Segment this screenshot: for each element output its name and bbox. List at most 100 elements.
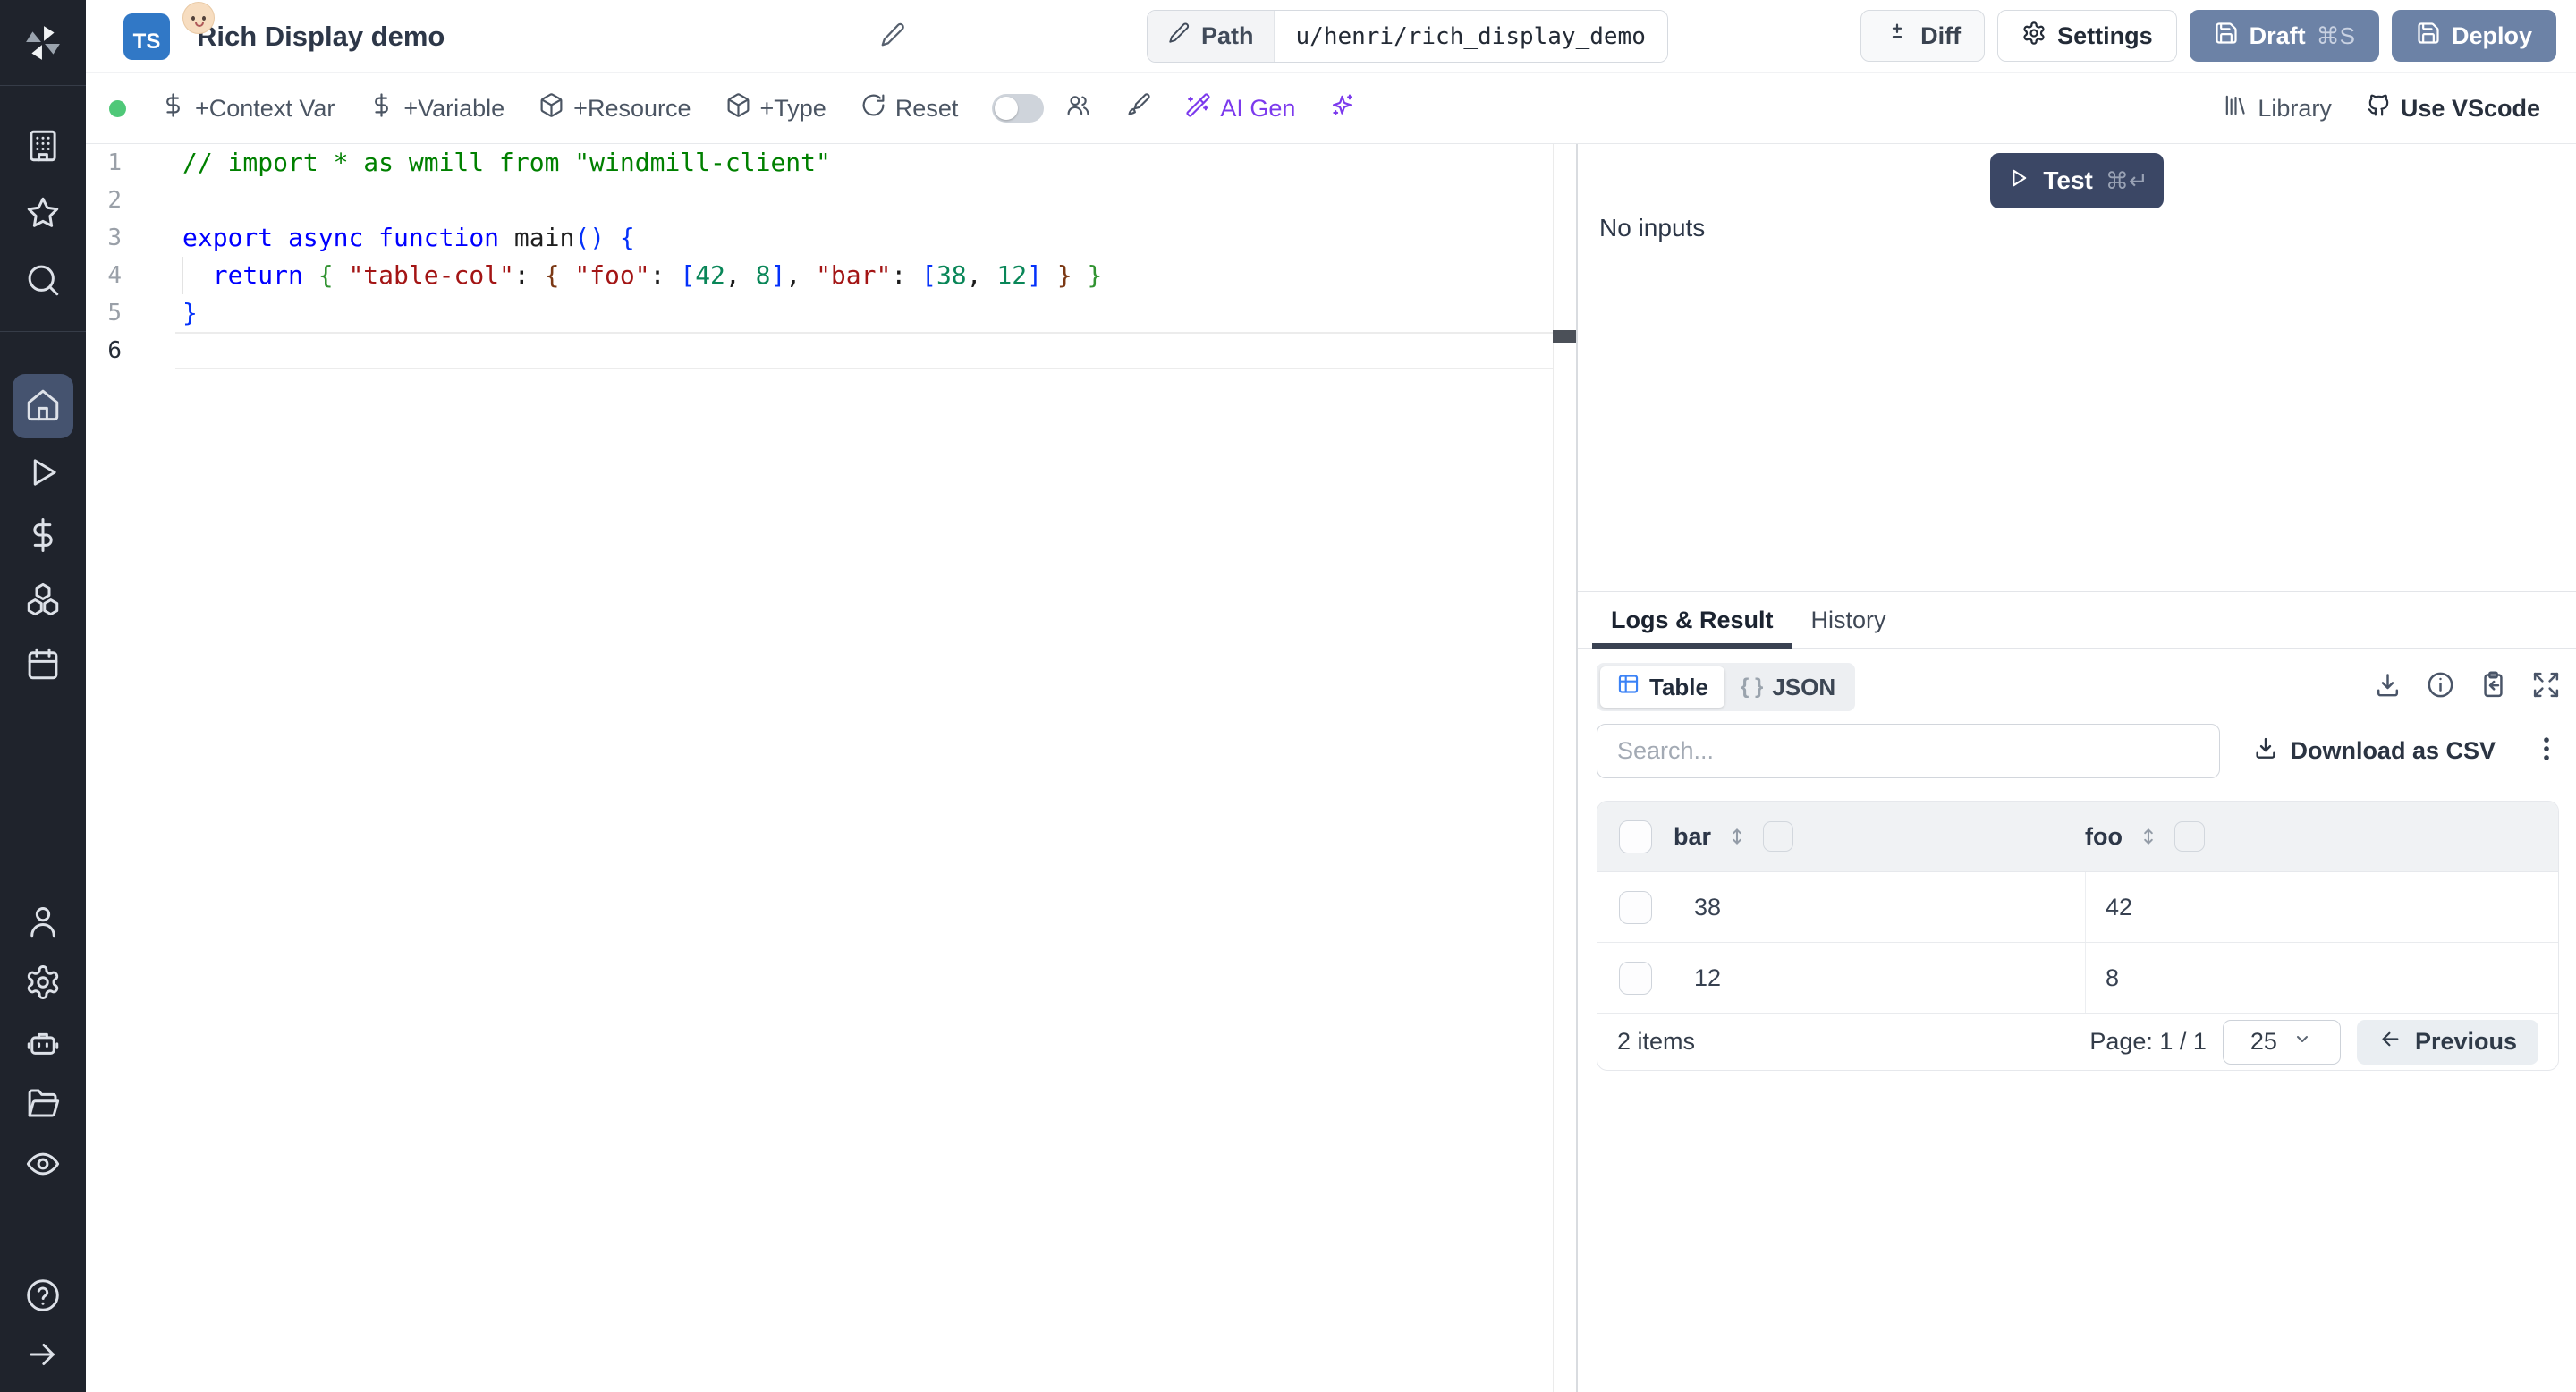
test-button[interactable]: Test ⌘↵ (1990, 153, 2164, 208)
row-checkbox[interactable] (1619, 890, 1652, 924)
settings-button[interactable]: Settings (1997, 10, 2177, 62)
search-icon (24, 261, 62, 303)
tab-history[interactable]: History (1792, 592, 1905, 648)
previous-page-button[interactable]: Previous (2356, 1019, 2538, 1065)
draft-shortcut: ⌘S (2316, 21, 2355, 49)
windmill-logo[interactable] (0, 16, 86, 70)
library-button[interactable]: Library (2223, 92, 2332, 124)
page-size-select[interactable]: 25 (2222, 1019, 2341, 1065)
code-line-5: } (182, 298, 198, 327)
sidebar-item-audit-logs[interactable] (0, 1133, 86, 1198)
no-inputs-text: No inputs (1599, 214, 1706, 242)
use-vscode-button[interactable]: Use VScode (2366, 92, 2540, 124)
add-resource-label: +Resource (573, 94, 691, 122)
download-result-button[interactable] (2371, 671, 2403, 703)
sidebar-item-schedules[interactable] (0, 633, 86, 698)
ai-gen-button[interactable]: AI Gen (1185, 92, 1295, 124)
user-icon (24, 903, 62, 945)
sidebar-item-favorites[interactable] (0, 182, 86, 247)
view-json-button[interactable]: { } JSON (1724, 666, 1852, 708)
users-icon (1065, 92, 1091, 124)
chevron-down-icon (2292, 1028, 2313, 1056)
sidebar-item-help[interactable] (0, 1265, 86, 1329)
multiplayer-button[interactable] (1065, 92, 1091, 124)
add-type-button[interactable]: +Type (725, 92, 826, 124)
format-button[interactable] (1125, 92, 1151, 124)
table-icon (1616, 672, 1640, 702)
add-variable-button[interactable]: +Variable (369, 92, 504, 124)
hide-column-bar-toggle[interactable] (1763, 821, 1794, 852)
reset-button[interactable]: Reset (860, 92, 959, 124)
sort-bar-button[interactable] (1725, 825, 1749, 848)
test-label: Test (2043, 166, 2093, 194)
hide-column-foo-toggle[interactable] (2174, 821, 2205, 852)
draft-button[interactable]: Draft ⌘S (2189, 10, 2379, 62)
kebab-icon (2531, 731, 2562, 771)
column-header-foo: foo (2085, 822, 2123, 850)
view-table-button[interactable]: Table (1600, 666, 1724, 708)
add-resource-button[interactable]: +Resource (538, 92, 691, 124)
copy-result-button[interactable] (2477, 671, 2509, 703)
line-number-active: 6 (107, 337, 122, 364)
sidebar-item-settings[interactable] (0, 952, 86, 1016)
help-icon (24, 1277, 62, 1319)
table-options-button[interactable] (2531, 734, 2562, 769)
line-number: 3 (107, 225, 122, 251)
dollar-icon (160, 92, 186, 124)
path-editor[interactable]: Path u/henri/rich_display_demo (1147, 10, 1668, 63)
select-all-checkbox[interactable] (1619, 819, 1652, 853)
refresh-icon (860, 92, 886, 124)
dollar-icon (24, 516, 62, 558)
reset-label: Reset (894, 94, 959, 122)
code-editor[interactable]: 1 2 3 4 5 6 // import * as wmill from "w… (86, 144, 1576, 1392)
table-row: 38 42 (1597, 872, 2558, 943)
add-context-var-button[interactable]: +Context Var (160, 92, 335, 124)
braces-icon: { } (1740, 675, 1764, 699)
cell-foo: 42 (2085, 872, 2558, 942)
sidebar-item-users[interactable] (0, 891, 86, 955)
sidebar-divider (0, 85, 86, 86)
sidebar-item-workspace[interactable] (0, 115, 86, 180)
toggle-knob (995, 97, 1019, 120)
editor-scrollbar[interactable] (1553, 144, 1576, 1392)
arrow-left-icon (2378, 1027, 2402, 1057)
sidebar-item-variables[interactable] (0, 505, 86, 569)
header-buttons: Diff Settings Draft ⌘S Deploy (1860, 10, 2556, 62)
table-footer: 2 items Page: 1 / 1 25 Previous (1597, 1014, 2558, 1070)
ai-sparkles-button[interactable] (1329, 92, 1355, 124)
result-view-toolbar: Table { } JSON (1597, 663, 2562, 711)
sparkles-icon (1329, 92, 1355, 124)
windmill-app: TS Rich Display demo Path u/henri/rich_d… (0, 0, 2576, 1392)
sidebar-item-resources[interactable] (0, 569, 86, 633)
row-checkbox[interactable] (1619, 961, 1652, 995)
deploy-button[interactable]: Deploy (2391, 10, 2556, 62)
view-json-label: JSON (1772, 673, 1836, 700)
sidebar-item-folders[interactable] (0, 1073, 86, 1137)
result-info-button[interactable] (2424, 671, 2456, 703)
tab-logs-result[interactable]: Logs & Result (1592, 592, 1792, 649)
sidebar-expand-button[interactable] (0, 1324, 86, 1388)
star-icon (24, 194, 62, 236)
result-actions (2371, 671, 2562, 703)
info-icon (2426, 670, 2455, 704)
package-icon (725, 92, 751, 124)
download-csv-button[interactable]: Download as CSV (2252, 734, 2496, 768)
page-size-value: 25 (2250, 1028, 2277, 1055)
search-input[interactable] (1597, 724, 2220, 778)
result-table: bar foo 38 42 12 8 2 items Page: 1 / 1 2… (1597, 801, 2559, 1071)
sidebar-item-home[interactable] (13, 374, 73, 438)
use-vscode-label: Use VScode (2400, 94, 2540, 122)
code-line-4: return { "table-col": { "foo": [42, 8], … (212, 260, 1103, 290)
assistant-toggle[interactable] (992, 94, 1045, 123)
path-value: u/henri/rich_display_demo (1274, 11, 1667, 62)
diff-button[interactable]: Diff (1860, 10, 1986, 62)
sidebar-item-workers[interactable] (0, 1013, 86, 1077)
sidebar-item-search[interactable] (0, 250, 86, 314)
edit-summary-button[interactable] (879, 21, 910, 52)
expand-result-button[interactable] (2529, 671, 2562, 703)
pencil-icon (879, 22, 906, 52)
scrollbar-cursor-marker (1553, 330, 1576, 343)
sidebar-item-runs[interactable] (0, 442, 86, 506)
path-label: Path (1201, 22, 1254, 49)
sort-foo-button[interactable] (2137, 825, 2160, 848)
